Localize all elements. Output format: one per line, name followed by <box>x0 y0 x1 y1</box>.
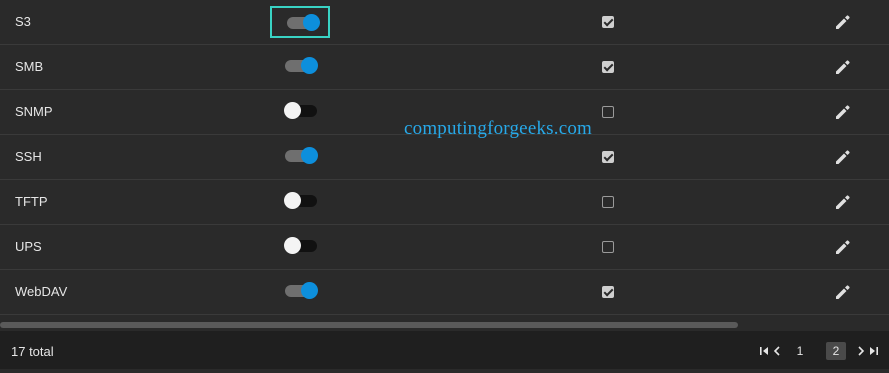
running-toggle-cell <box>270 96 330 128</box>
running-toggle-cell <box>270 141 330 173</box>
pencil-icon[interactable] <box>833 237 853 257</box>
running-toggle-cell <box>270 276 330 308</box>
running-toggle[interactable] <box>287 14 320 31</box>
service-name: SNMP <box>15 104 53 119</box>
start-automatically-checkbox[interactable] <box>602 286 614 298</box>
pencil-icon[interactable] <box>833 192 853 212</box>
toggle-knob <box>284 102 301 119</box>
table-row: SMB <box>0 45 889 90</box>
running-toggle[interactable] <box>284 237 317 254</box>
running-toggle-cell <box>270 186 330 218</box>
start-automatically-checkbox[interactable] <box>602 151 614 163</box>
start-automatically-checkbox[interactable] <box>602 241 614 253</box>
services-table: S3 SMB SNMP SSH TFTP UPS WebDAV <box>0 0 889 315</box>
toggle-knob <box>303 14 320 31</box>
total-count: 17 total <box>11 344 54 359</box>
start-automatically-checkbox[interactable] <box>602 106 614 118</box>
running-toggle[interactable] <box>285 282 318 299</box>
pencil-icon[interactable] <box>833 282 853 302</box>
service-name: UPS <box>15 239 42 254</box>
toggle-knob <box>301 282 318 299</box>
page-1-button[interactable]: 1 <box>790 342 810 360</box>
pencil-icon[interactable] <box>833 147 853 167</box>
last-page-icon[interactable] <box>866 344 880 358</box>
running-toggle[interactable] <box>284 192 317 209</box>
running-toggle[interactable] <box>285 57 318 74</box>
service-name: TFTP <box>15 194 48 209</box>
horizontal-scrollbar-thumb[interactable] <box>0 322 738 328</box>
service-name: WebDAV <box>15 284 68 299</box>
running-toggle[interactable] <box>285 147 318 164</box>
service-name: SSH <box>15 149 42 164</box>
table-row: S3 <box>0 0 889 45</box>
table-row: UPS <box>0 225 889 270</box>
running-toggle-cell <box>270 231 330 263</box>
toggle-knob <box>284 192 301 209</box>
table-row: SSH <box>0 135 889 180</box>
pencil-icon[interactable] <box>833 57 853 77</box>
chevron-left-icon[interactable] <box>770 344 784 358</box>
running-toggle[interactable] <box>284 102 317 119</box>
table-row: TFTP <box>0 180 889 225</box>
pencil-icon[interactable] <box>833 102 853 122</box>
toggle-knob <box>284 237 301 254</box>
pencil-icon[interactable] <box>833 12 853 32</box>
start-automatically-checkbox[interactable] <box>602 16 614 28</box>
toggle-knob <box>301 147 318 164</box>
watermark-text: computingforgeeks.com <box>404 118 593 139</box>
running-toggle-cell <box>270 51 330 83</box>
page-2-button[interactable]: 2 <box>826 342 846 360</box>
table-footer: 17 total 1 2 <box>0 331 889 369</box>
service-name: SMB <box>15 59 44 74</box>
table-row: WebDAV <box>0 270 889 315</box>
running-toggle-cell <box>270 6 330 38</box>
service-name: S3 <box>15 14 31 29</box>
start-automatically-checkbox[interactable] <box>602 61 614 73</box>
toggle-knob <box>301 57 318 74</box>
start-automatically-checkbox[interactable] <box>602 196 614 208</box>
